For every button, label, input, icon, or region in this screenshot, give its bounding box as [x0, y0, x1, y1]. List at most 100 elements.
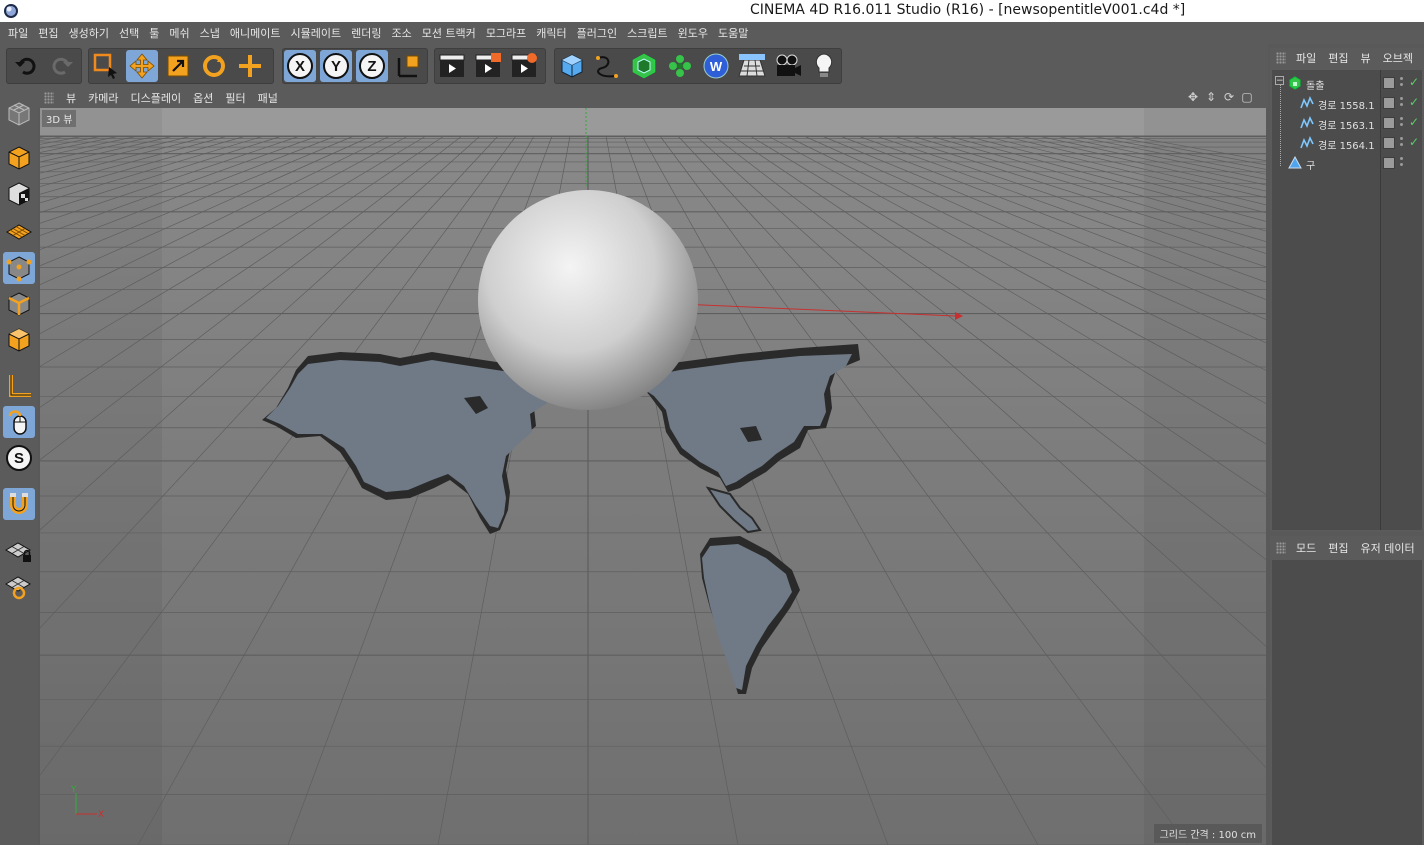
objects-menu-item-0[interactable]: 파일 — [1292, 50, 1324, 66]
deformer-button[interactable]: W — [700, 50, 732, 82]
viewport-menu-item-3[interactable]: 옵션 — [189, 90, 221, 106]
workplane-lock-button[interactable] — [3, 534, 35, 566]
redo-button[interactable] — [46, 50, 78, 82]
object-list-divider[interactable] — [1380, 70, 1381, 530]
objects-menu-item-3[interactable]: 오브젝 — [1379, 50, 1421, 66]
points-mode-button[interactable] — [3, 252, 35, 284]
menu-item-14[interactable]: 플러그인 — [575, 25, 625, 41]
enabled-check-icon[interactable]: ✓ — [1409, 75, 1419, 89]
viewport-menu-item-0[interactable]: 뷰 — [62, 90, 84, 106]
menu-item-7[interactable]: 애니메이트 — [228, 25, 289, 41]
objects-menu-item-1[interactable]: 편집 — [1324, 50, 1356, 66]
3d-viewport[interactable]: Y X 3D 뷰 그리드 간격 : 100 cm — [40, 108, 1266, 845]
object-row[interactable]: 돌출 ✓ — [1272, 74, 1422, 94]
snap-magnet-button[interactable] — [3, 488, 35, 520]
live-selection-button[interactable] — [90, 50, 122, 82]
objects-menu-item-2[interactable]: 뷰 — [1357, 50, 1379, 66]
menu-item-17[interactable]: 도움말 — [716, 25, 756, 41]
attributes-menu-item-2[interactable]: 유저 데이터 — [1357, 540, 1423, 556]
object-row[interactable]: 경로 1563.1 ✓ — [1272, 114, 1422, 134]
make-editable-button[interactable] — [3, 98, 35, 130]
enabled-check-icon[interactable]: ✓ — [1409, 95, 1419, 109]
menu-item-8[interactable]: 시뮬레이트 — [288, 25, 349, 41]
locked-workplane-button[interactable] — [3, 570, 35, 602]
viewport-safe-frame-right — [1144, 108, 1266, 845]
visibility-dots[interactable] — [1400, 137, 1404, 151]
x-axis-lock-button[interactable]: X — [284, 50, 316, 82]
attributes-menu-bar: 모드 편집 유저 데이터 — [1270, 538, 1424, 558]
floor-button[interactable] — [736, 50, 768, 82]
render-view-button[interactable] — [436, 50, 468, 82]
subdivision-generator-button[interactable] — [628, 50, 660, 82]
camera-button[interactable] — [772, 50, 804, 82]
viewport-menu-item-1[interactable]: 카메라 — [84, 90, 126, 106]
edit-render-settings-button[interactable] — [508, 50, 540, 82]
layer-tag[interactable] — [1383, 97, 1395, 109]
workplane-mode-button[interactable] — [3, 214, 35, 246]
pan-view-icon[interactable]: ✥ — [1186, 90, 1200, 104]
coordinate-system-button[interactable] — [392, 50, 424, 82]
orbit-view-icon[interactable]: ⟳ — [1222, 90, 1236, 104]
cube-primitive-button[interactable] — [556, 50, 588, 82]
cinema4d-app-icon[interactable] — [3, 3, 19, 19]
rotate-tool-button[interactable] — [198, 50, 230, 82]
texture-mode-button[interactable] — [3, 178, 35, 210]
enabled-check-icon[interactable]: ✓ — [1409, 135, 1419, 149]
left-mode-palette: S — [0, 88, 38, 845]
menu-item-0[interactable]: 파일 — [6, 25, 36, 41]
menu-item-13[interactable]: 캐릭터 — [534, 25, 574, 41]
z-axis-lock-button[interactable]: Z — [356, 50, 388, 82]
visibility-dots[interactable] — [1400, 157, 1404, 171]
object-row[interactable]: 경로 1558.1 ✓ — [1272, 94, 1422, 114]
light-button[interactable] — [808, 50, 840, 82]
objects-grip-handle[interactable] — [1276, 52, 1286, 64]
visibility-dots[interactable] — [1400, 97, 1404, 111]
attributes-menu-item-1[interactable]: 편집 — [1324, 540, 1356, 556]
solo-mode-button[interactable]: S — [3, 442, 35, 474]
spline-pen-button[interactable] — [592, 50, 624, 82]
menu-item-9[interactable]: 렌더링 — [349, 25, 389, 41]
visibility-dots[interactable] — [1400, 117, 1404, 131]
layer-tag[interactable] — [1383, 77, 1395, 89]
y-axis-lock-button[interactable]: Y — [320, 50, 352, 82]
object-row[interactable]: 경로 1564.1 ✓ — [1272, 134, 1422, 154]
toggle-view-icon[interactable]: ▢ — [1240, 90, 1254, 104]
move-tool-button[interactable] — [126, 50, 158, 82]
menu-item-16[interactable]: 윈도우 — [676, 25, 716, 41]
viewport-menu-item-4[interactable]: 필터 — [221, 90, 253, 106]
enabled-check-icon[interactable]: ✓ — [1409, 115, 1419, 129]
menu-item-4[interactable]: 툴 — [147, 25, 167, 41]
menu-item-5[interactable]: 메쉬 — [167, 25, 197, 41]
visibility-dots[interactable] — [1400, 77, 1404, 91]
tree-connector — [1280, 80, 1282, 166]
render-picture-viewer-button[interactable] — [472, 50, 504, 82]
attributes-grip-handle[interactable] — [1276, 542, 1286, 554]
layer-tag[interactable] — [1383, 117, 1395, 129]
edges-mode-button[interactable] — [3, 288, 35, 320]
viewport-menu-item-2[interactable]: 디스플레이 — [127, 90, 190, 106]
menu-item-10[interactable]: 조소 — [389, 25, 419, 41]
polygons-mode-button[interactable] — [3, 324, 35, 356]
layer-tag[interactable] — [1383, 157, 1395, 169]
menu-item-2[interactable]: 생성하기 — [67, 25, 117, 41]
viewport-grip-handle[interactable] — [44, 92, 54, 104]
menu-item-3[interactable]: 선택 — [117, 25, 147, 41]
layer-tag[interactable] — [1383, 137, 1395, 149]
object-row[interactable]: 구 — [1272, 154, 1422, 174]
tweak-mode-button[interactable] — [3, 406, 35, 438]
menu-item-11[interactable]: 모션 트랙커 — [420, 25, 484, 41]
menu-item-12[interactable]: 모그라프 — [484, 25, 534, 41]
model-mode-button[interactable] — [3, 142, 35, 174]
undo-button[interactable] — [10, 50, 42, 82]
cloner-button[interactable] — [664, 50, 696, 82]
last-tool-button[interactable] — [234, 50, 266, 82]
axis-mode-button[interactable] — [3, 370, 35, 402]
menu-item-15[interactable]: 스크립트 — [625, 25, 675, 41]
viewport-menu-item-5[interactable]: 패널 — [254, 90, 286, 106]
attributes-menu-item-0[interactable]: 모드 — [1292, 540, 1324, 556]
menu-item-1[interactable]: 편집 — [36, 25, 66, 41]
expand-toggle-icon[interactable]: − — [1275, 76, 1284, 86]
menu-item-6[interactable]: 스냅 — [198, 25, 228, 41]
dolly-view-icon[interactable]: ⇕ — [1204, 90, 1218, 104]
scale-tool-button[interactable] — [162, 50, 194, 82]
